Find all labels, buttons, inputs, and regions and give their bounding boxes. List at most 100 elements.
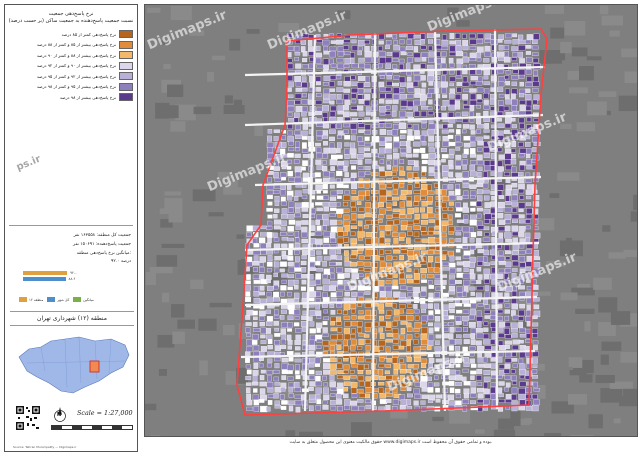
census-block[interactable] xyxy=(440,81,448,88)
census-block[interactable] xyxy=(350,207,357,212)
census-block[interactable] xyxy=(476,94,482,100)
census-block[interactable] xyxy=(357,364,365,371)
census-block[interactable] xyxy=(330,327,337,332)
census-block[interactable] xyxy=(386,51,393,57)
census-block[interactable] xyxy=(413,219,420,224)
census-block[interactable] xyxy=(462,124,470,129)
census-block[interactable] xyxy=(302,93,307,98)
census-block[interactable] xyxy=(386,183,393,188)
census-block[interactable] xyxy=(323,45,329,51)
census-block[interactable] xyxy=(497,171,503,177)
census-block[interactable] xyxy=(504,33,512,39)
census-block[interactable] xyxy=(407,393,413,398)
census-block[interactable] xyxy=(350,375,357,379)
census-block[interactable] xyxy=(364,130,371,135)
census-block[interactable] xyxy=(454,135,461,142)
census-block[interactable] xyxy=(400,82,406,87)
census-block[interactable] xyxy=(505,178,511,183)
census-block[interactable] xyxy=(504,375,511,380)
census-block[interactable] xyxy=(343,64,350,68)
census-block[interactable] xyxy=(365,207,371,213)
census-block[interactable] xyxy=(281,214,288,219)
census-block[interactable] xyxy=(301,76,307,82)
census-block[interactable] xyxy=(398,345,405,350)
census-block[interactable] xyxy=(358,183,364,189)
census-block[interactable] xyxy=(477,303,484,307)
census-block[interactable] xyxy=(519,105,526,111)
census-block[interactable] xyxy=(273,225,281,230)
census-block[interactable] xyxy=(461,111,469,116)
census-block[interactable] xyxy=(386,357,393,363)
census-block[interactable] xyxy=(497,69,504,74)
census-block[interactable] xyxy=(329,363,337,370)
census-block[interactable] xyxy=(393,291,401,298)
census-block[interactable] xyxy=(482,356,488,363)
census-block[interactable] xyxy=(316,315,322,319)
census-block[interactable] xyxy=(386,80,393,86)
census-block[interactable] xyxy=(505,184,512,191)
census-block[interactable] xyxy=(294,381,300,389)
census-block[interactable] xyxy=(407,184,413,191)
census-block[interactable] xyxy=(385,285,392,293)
census-block[interactable] xyxy=(525,94,532,100)
census-block[interactable] xyxy=(330,63,337,68)
census-block[interactable] xyxy=(420,400,426,405)
census-block[interactable] xyxy=(295,171,301,178)
census-block[interactable] xyxy=(400,153,407,157)
census-block[interactable] xyxy=(337,333,344,340)
census-block[interactable] xyxy=(511,405,518,412)
census-block[interactable] xyxy=(434,279,441,285)
census-block[interactable] xyxy=(498,364,505,369)
census-block[interactable] xyxy=(281,142,287,148)
census-block[interactable] xyxy=(440,232,447,238)
census-block[interactable] xyxy=(315,310,322,316)
census-block[interactable] xyxy=(519,303,526,309)
census-block[interactable] xyxy=(386,255,393,261)
census-block[interactable] xyxy=(385,364,391,368)
census-block[interactable] xyxy=(407,159,415,165)
census-block[interactable] xyxy=(414,88,421,95)
census-block[interactable] xyxy=(469,33,476,39)
census-block[interactable] xyxy=(484,213,492,220)
census-block[interactable] xyxy=(533,33,540,40)
census-block[interactable] xyxy=(301,148,309,153)
census-block[interactable] xyxy=(462,69,468,75)
census-block[interactable] xyxy=(483,75,489,80)
census-block[interactable] xyxy=(267,339,273,345)
census-block[interactable] xyxy=(407,106,413,110)
census-block[interactable] xyxy=(518,110,526,116)
census-block[interactable] xyxy=(470,81,477,86)
census-block[interactable] xyxy=(428,334,435,341)
census-block[interactable] xyxy=(280,172,287,178)
census-block[interactable] xyxy=(253,291,260,297)
census-block[interactable] xyxy=(533,250,539,257)
census-block[interactable] xyxy=(448,141,456,147)
census-block[interactable] xyxy=(378,340,386,347)
census-block[interactable] xyxy=(525,178,532,183)
census-block[interactable] xyxy=(274,400,280,406)
census-block[interactable] xyxy=(344,321,351,327)
census-block[interactable] xyxy=(364,124,371,130)
census-block[interactable] xyxy=(470,232,477,238)
census-block[interactable] xyxy=(476,310,482,317)
census-block[interactable] xyxy=(329,100,335,105)
census-block[interactable] xyxy=(469,93,477,100)
census-block[interactable] xyxy=(315,291,321,297)
census-block[interactable] xyxy=(351,88,359,94)
census-block[interactable] xyxy=(441,159,446,163)
census-block[interactable] xyxy=(434,316,441,322)
census-block[interactable] xyxy=(449,267,456,274)
census-block[interactable] xyxy=(392,105,398,111)
census-block[interactable] xyxy=(379,208,386,215)
census-block[interactable] xyxy=(420,39,425,45)
census-block[interactable] xyxy=(421,159,428,165)
census-block[interactable] xyxy=(385,45,390,50)
census-block[interactable] xyxy=(505,98,513,105)
census-block[interactable] xyxy=(358,129,366,133)
census-block[interactable] xyxy=(413,304,418,309)
census-block[interactable] xyxy=(350,58,355,64)
census-block[interactable] xyxy=(358,141,366,146)
census-block[interactable] xyxy=(442,165,449,172)
census-block[interactable] xyxy=(525,69,533,75)
census-block[interactable] xyxy=(455,142,463,147)
